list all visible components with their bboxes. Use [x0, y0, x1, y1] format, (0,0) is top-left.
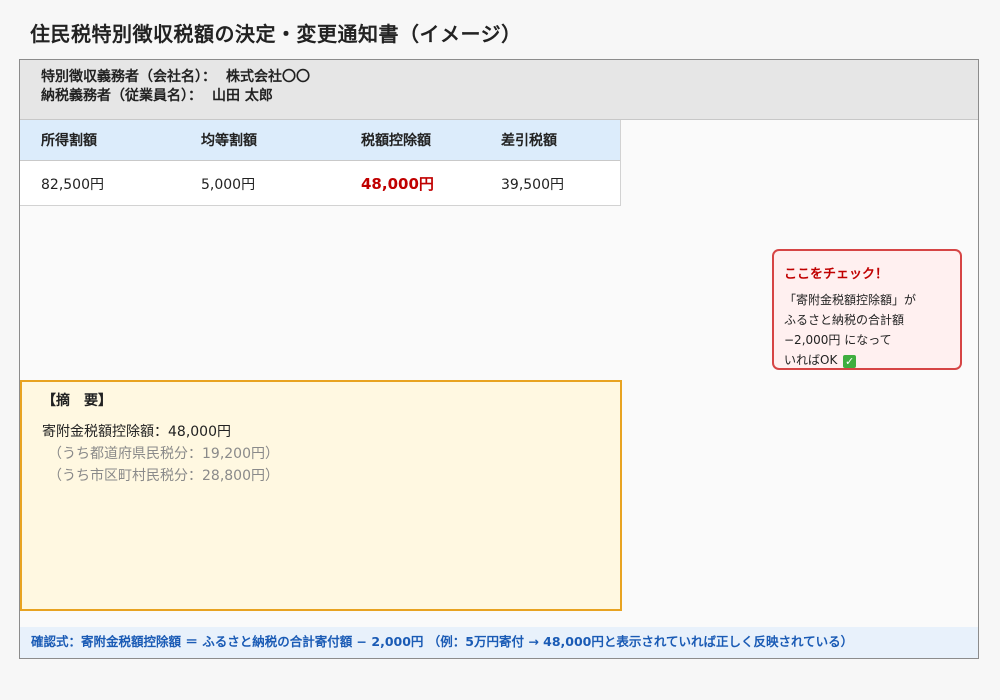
- amount-table-header: 所得割額 均等割額 税額控除額 差引税額: [20, 120, 620, 161]
- callout-line: 「寄附金税額控除額」が: [784, 293, 917, 307]
- column-header-tax-credit: 税額控除額: [361, 133, 431, 149]
- column-header-income-levy: 所得割額: [41, 133, 97, 149]
- formula-bar: 確認式：寄附金税額控除額 ＝ ふるさと納税の合計寄付額 − 2,000円 （例：…: [20, 627, 978, 658]
- employer-row: 特別徴収義務者（会社名）： 株式会社〇〇: [41, 68, 978, 87]
- callout-line: ふるさと納税の合計額: [784, 313, 905, 327]
- callout-text: 「寄附金税額控除額」が ふるさと納税の合計額 −2,000円 になって いればO…: [784, 290, 950, 370]
- amount-table: 所得割額 均等割額 税額控除額 差引税額 82,500円 5,000円 48,0…: [20, 120, 621, 206]
- income-levy-value: 82,500円: [41, 176, 104, 193]
- callout-ok-text: いればOK: [784, 353, 838, 367]
- callout-line: −2,000円 になって: [784, 333, 892, 347]
- callout-title: ここをチェック！: [784, 267, 889, 282]
- per-capita-levy-value: 5,000円: [201, 176, 256, 193]
- tax-credit-value: 48,000円: [361, 175, 434, 193]
- net-tax-value: 39,500円: [501, 176, 564, 193]
- notice-document: 特別徴収義務者（会社名）： 株式会社〇〇 納税義務者（従業員名）： 山田 太郎 所得…: [19, 59, 979, 659]
- employee-value: 山田 太郎: [212, 88, 273, 104]
- column-header-per-capita-levy: 均等割額: [201, 133, 257, 149]
- donation-credit-total: 寄附金税額控除額：48,000円: [42, 424, 231, 440]
- table-row: 82,500円 5,000円 48,000円 39,500円: [20, 161, 620, 206]
- column-header-net-tax: 差引税額: [501, 133, 557, 149]
- prefectural-share: （うち都道府県民税分：19,200円）: [48, 446, 279, 462]
- document-header: 特別徴収義務者（会社名）： 株式会社〇〇 納税義務者（従業員名）： 山田 太郎: [20, 60, 978, 120]
- callout-line-ok: いればOK ✓: [784, 350, 950, 370]
- employee-row: 納税義務者（従業員名）： 山田 太郎: [41, 87, 978, 106]
- employer-value: 株式会社〇〇: [226, 69, 310, 85]
- employee-label: 納税義務者（従業員名）：: [41, 88, 202, 104]
- summary-box: 【摘 要】 寄附金税額控除額：48,000円 （うち都道府県民税分：19,200…: [20, 380, 622, 611]
- summary-title: 【摘 要】: [42, 393, 112, 409]
- check-mark-button-icon: ✓: [843, 355, 857, 368]
- check-callout: ここをチェック！ 「寄附金税額控除額」が ふるさと納税の合計額 −2,000円 …: [772, 249, 962, 370]
- municipal-share: （うち市区町村民税分：28,800円）: [48, 468, 279, 484]
- employer-label: 特別徴収義務者（会社名）：: [41, 69, 216, 85]
